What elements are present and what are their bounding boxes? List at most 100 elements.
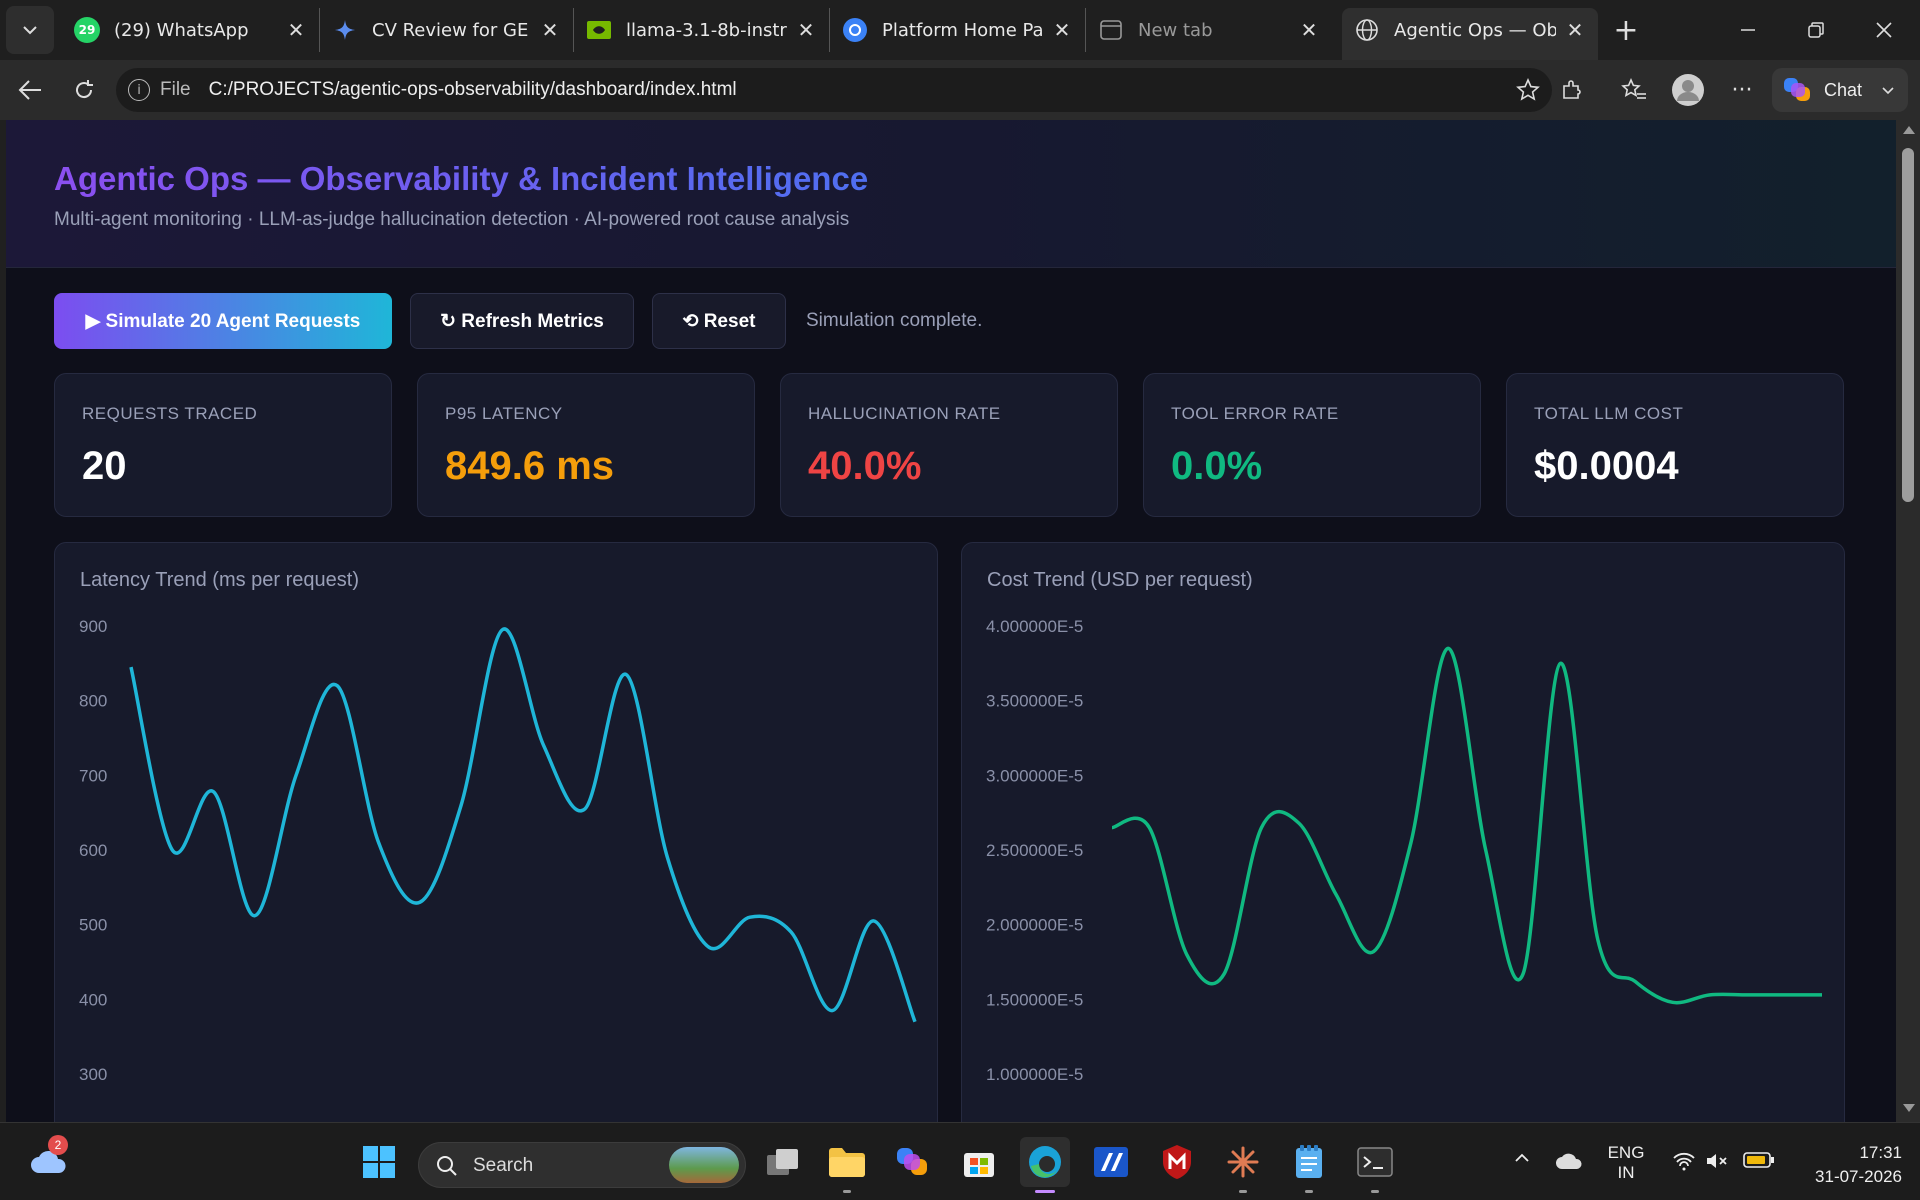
favorites-button[interactable] (1616, 72, 1652, 108)
taskbar-search-box[interactable]: Search (418, 1142, 746, 1188)
scroll-down-arrow[interactable] (1903, 1104, 1915, 1112)
windows-logo-icon (363, 1146, 395, 1178)
openai-icon (842, 17, 868, 43)
tab-whatsapp[interactable]: 29 (29) WhatsApp ✕ (62, 8, 320, 52)
battery-icon[interactable] (1742, 1151, 1776, 1174)
task-view-button[interactable] (758, 1137, 808, 1187)
close-tab-icon[interactable]: ✕ (1298, 18, 1320, 42)
scroll-thumb[interactable] (1902, 148, 1914, 502)
edge-browser-button[interactable] (1020, 1137, 1070, 1193)
terminal-button[interactable] (1350, 1137, 1400, 1193)
windows-taskbar: 2 Search ENG IN 17:31 31-07-2026 (0, 1122, 1920, 1200)
tab-platform-home[interactable]: Platform Home Page ✕ (830, 8, 1086, 52)
tab-title: CV Review for GE Hea (372, 19, 531, 41)
refresh-metrics-button[interactable]: ↻ Refresh Metrics (410, 293, 634, 349)
notepad-button[interactable] (1284, 1137, 1334, 1193)
clock-time: 17:31 (1859, 1143, 1902, 1162)
terminal-app-button[interactable] (1086, 1137, 1136, 1187)
close-tab-icon[interactable]: ✕ (1564, 18, 1586, 42)
scroll-up-arrow[interactable] (1903, 126, 1915, 134)
minimize-icon (1741, 29, 1755, 31)
y-tick-label: 400 (79, 990, 107, 1009)
y-tick-label: 2.500000E-5 (986, 841, 1083, 860)
back-button[interactable] (12, 72, 48, 108)
claude-app-button[interactable] (1218, 1137, 1268, 1193)
y-tick-label: 500 (79, 916, 107, 935)
favorite-star-icon[interactable] (1516, 78, 1540, 107)
microsoft-store-button[interactable] (954, 1137, 1004, 1187)
page-title: Agentic Ops — Observability & Incident I… (54, 160, 869, 197)
favorites-list-icon (1621, 78, 1646, 99)
clock[interactable]: 17:31 31-07-2026 (1792, 1141, 1902, 1189)
tab-new-tab[interactable]: New tab ✕ (1086, 8, 1332, 52)
onedrive-icon[interactable] (1554, 1151, 1584, 1176)
weather-badge: 2 (48, 1135, 68, 1155)
close-tab-icon[interactable]: ✕ (285, 18, 307, 42)
y-tick-label: 700 (79, 766, 107, 785)
close-tab-icon[interactable]: ✕ (539, 18, 561, 42)
latency-chart-panel: Latency Trend (ms per request) 900 800 700… (54, 542, 938, 1122)
edge-icon (1029, 1146, 1061, 1178)
gemini-icon (332, 17, 358, 43)
page-scrollbar[interactable] (1896, 120, 1920, 1122)
language-indicator[interactable]: ENG IN (1600, 1143, 1652, 1183)
tab-agentic-ops[interactable]: Agentic Ops — Obser ✕ (1342, 8, 1598, 60)
metric-card-p95-latency: P95 LATENCY 849.6 ms (417, 373, 755, 517)
wifi-icon[interactable] (1670, 1151, 1698, 1176)
address-omnibox[interactable]: i File C:/PROJECTS/agentic-ops-observabi… (116, 68, 1552, 112)
copilot-app-button[interactable] (888, 1137, 938, 1187)
tab-list-button[interactable] (6, 6, 54, 54)
close-icon (1876, 22, 1892, 38)
file-explorer-button[interactable] (822, 1137, 872, 1193)
restore-icon (1808, 22, 1824, 38)
language-line2: IN (1617, 1163, 1635, 1182)
active-indicator (1035, 1190, 1055, 1193)
restore-button[interactable] (1798, 12, 1834, 48)
show-hidden-icons-button[interactable] (1510, 1149, 1534, 1172)
simulate-requests-button[interactable]: ▶ Simulate 20 Agent Requests (54, 293, 392, 349)
profile-avatar[interactable] (1670, 72, 1706, 108)
reload-button[interactable] (66, 72, 102, 108)
close-window-button[interactable] (1866, 12, 1902, 48)
address-url[interactable]: C:/PROJECTS/agentic-ops-observability/da… (209, 79, 737, 101)
reset-button[interactable]: ⟲ Reset (652, 293, 786, 349)
y-tick-label: 3.500000E-5 (986, 692, 1083, 711)
tab-title: Agentic Ops — Obser (1394, 19, 1556, 41)
extensions-button[interactable] (1554, 72, 1590, 108)
new-tab-button[interactable]: + (1608, 12, 1644, 48)
mcafee-button[interactable] (1152, 1137, 1202, 1187)
dashboard-page: Agentic Ops — Observability & Incident I… (6, 120, 1896, 1122)
back-arrow-icon (18, 80, 41, 100)
tab-title: (29) WhatsApp (114, 19, 249, 41)
y-tick-label: 900 (79, 617, 107, 636)
running-indicator (1239, 1190, 1247, 1193)
metric-card-hallucination-rate: HALLUCINATION RATE 40.0% (780, 373, 1118, 517)
metric-value: 0.0% (1171, 444, 1263, 488)
tab-title: llama-3.1-8b-instruct (626, 19, 787, 41)
metric-value: $0.0004 (1534, 444, 1679, 488)
tab-cv-review[interactable]: CV Review for GE Hea ✕ (320, 8, 574, 52)
start-button[interactable] (354, 1137, 404, 1187)
header-banner: Agentic Ops — Observability & Incident I… (6, 120, 1896, 268)
shield-icon (1163, 1145, 1191, 1179)
reload-icon (76, 80, 93, 99)
copilot-icon (897, 1148, 927, 1175)
metric-label: HALLUCINATION RATE (808, 404, 1001, 423)
terminal-icon (1357, 1147, 1393, 1177)
metric-card-requests: REQUESTS TRACED 20 (54, 373, 392, 517)
avatar-icon (1672, 74, 1704, 106)
y-tick-label: 800 (79, 692, 107, 711)
info-icon[interactable]: i (128, 79, 150, 101)
page-subtitle: Multi-agent monitoring · LLM-as-judge ha… (54, 209, 850, 230)
weather-widget[interactable]: 2 (24, 1135, 74, 1187)
app-a-icon (1094, 1147, 1128, 1177)
copilot-chat-button[interactable]: Chat (1772, 68, 1908, 112)
more-menu-button[interactable]: ··· (1724, 72, 1760, 108)
chevron-down-icon (23, 26, 37, 35)
tab-llama[interactable]: llama-3.1-8b-instruct ✕ (574, 8, 830, 52)
close-tab-icon[interactable]: ✕ (795, 18, 817, 42)
minimize-button[interactable] (1730, 12, 1766, 48)
series-line (1111, 646, 1822, 1005)
volume-muted-icon[interactable] (1704, 1151, 1732, 1176)
close-tab-icon[interactable]: ✕ (1051, 18, 1073, 42)
